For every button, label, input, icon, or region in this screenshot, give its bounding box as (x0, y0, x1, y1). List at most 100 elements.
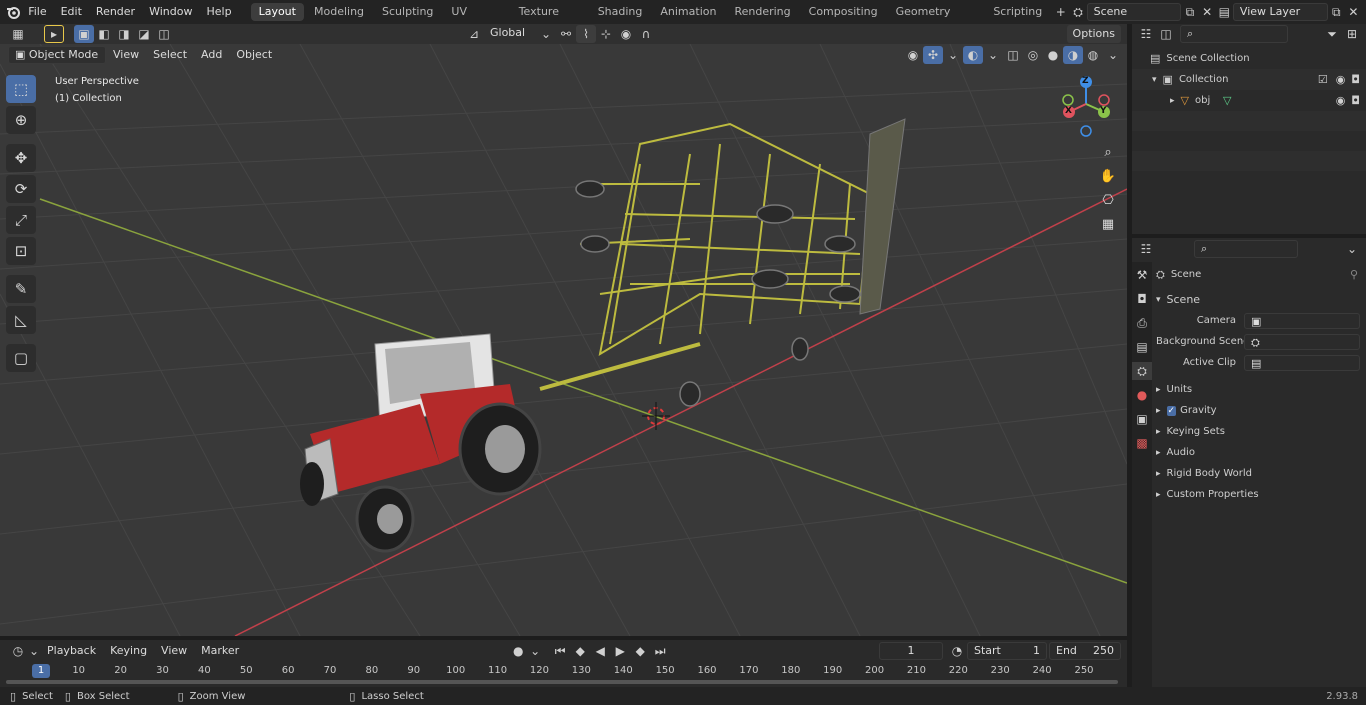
exclude-checkbox-icon[interactable]: ☑ (1318, 73, 1328, 86)
new-collection-icon[interactable]: ⊞ (1342, 25, 1362, 43)
shading-dropdown-icon[interactable]: ⌄ (1103, 46, 1123, 64)
properties-editor-icon[interactable]: ☷ (1136, 240, 1156, 258)
snap-icon[interactable]: ⌇ (576, 25, 596, 43)
tab-uv-editing[interactable]: UV Editing (443, 3, 508, 36)
view-layer-field[interactable]: View Layer (1232, 3, 1328, 21)
blender-logo-icon[interactable] (4, 3, 21, 21)
gizmo-dropdown-icon[interactable]: ⌄ (943, 46, 963, 64)
outliner-row-scene-collection[interactable]: ▤ Scene Collection (1132, 48, 1366, 69)
pivot-point-icon[interactable]: ⚯ (556, 25, 576, 43)
xray-icon[interactable]: ◫ (1003, 46, 1023, 64)
eye-icon[interactable]: ◉ (1336, 94, 1346, 107)
tool-tab-icon[interactable]: ⚒ (1132, 266, 1152, 284)
rotate-tool-icon[interactable]: ⟳ (6, 175, 36, 203)
annotate-tool-icon[interactable]: ✎ (6, 275, 36, 303)
delete-scene-icon[interactable]: ✕ (1199, 3, 1216, 21)
display-mode-icon[interactable]: ◫ (1156, 25, 1176, 43)
tab-scripting[interactable]: Scripting (985, 3, 1050, 21)
mode-invert-icon[interactable]: ◪ (134, 25, 154, 43)
zoom-icon[interactable]: ⌕ (1096, 140, 1120, 164)
transform-tool-icon[interactable]: ⊡ (6, 237, 36, 265)
proportional-edit-icon[interactable]: ◉ (616, 25, 636, 43)
background-scene-field[interactable]: ⛭ (1244, 333, 1360, 350)
gravity-panel[interactable]: ▸ ✓ Gravity (1156, 400, 1366, 421)
new-view-layer-icon[interactable]: ⧉ (1328, 3, 1345, 21)
mode-extend-icon[interactable]: ◧ (94, 25, 114, 43)
audio-panel[interactable]: ▸ Audio (1156, 442, 1366, 463)
keying-sets-panel[interactable]: ▸ Keying Sets (1156, 421, 1366, 442)
mode-new-icon[interactable]: ▣ (74, 25, 94, 43)
snap-target-icon[interactable]: ⊹ (596, 25, 616, 43)
gravity-checkbox-icon[interactable]: ✓ (1166, 405, 1177, 416)
tab-modeling[interactable]: Modeling (306, 3, 372, 21)
scene-panel-header[interactable]: ▾ Scene (1156, 289, 1366, 310)
mode-intersect-icon[interactable]: ◫ (154, 25, 174, 43)
chevron-down-icon[interactable]: ⌄ (1342, 240, 1362, 258)
outliner-search-input[interactable]: ⌕ (1180, 25, 1288, 43)
tab-compositing[interactable]: Compositing (801, 3, 886, 21)
filter-icon[interactable]: ⏷ (1322, 25, 1342, 43)
mode-select[interactable]: ▣ Object Mode (8, 46, 106, 64)
chevron-down-icon[interactable]: ⌄ (536, 25, 556, 43)
delete-view-layer-icon[interactable]: ✕ (1345, 3, 1362, 21)
measure-tool-icon[interactable]: ◺ (6, 306, 36, 334)
custom-properties-panel[interactable]: ▸ Custom Properties (1156, 484, 1366, 505)
rendered-shading-icon[interactable]: ◍ (1083, 46, 1103, 64)
output-tab-icon[interactable]: ⎙ (1132, 314, 1152, 332)
tab-texture-paint[interactable]: Texture Paint (511, 3, 588, 36)
menu-select[interactable]: Select (146, 43, 194, 67)
tab-layout[interactable]: Layout (250, 3, 304, 21)
view-layer-tab-icon[interactable]: ▤ (1132, 338, 1152, 356)
tab-sculpting[interactable]: Sculpting (374, 3, 441, 21)
properties-search-input[interactable]: ⌕ (1194, 240, 1298, 258)
active-clip-field[interactable]: ▤ (1244, 354, 1360, 371)
timeline-scrollbar[interactable] (6, 680, 1118, 684)
world-tab-icon[interactable]: ● (1132, 386, 1152, 404)
new-scene-icon[interactable]: ⧉ (1181, 3, 1198, 21)
visibility-icon[interactable]: ◉ (903, 46, 923, 64)
outliner-row-obj[interactable]: ▸ ▽ obj ▽ ◉ ◘ (1132, 90, 1366, 111)
pan-hand-icon[interactable]: ✋ (1096, 164, 1120, 188)
scene-name-field[interactable]: Scene (1086, 3, 1182, 21)
pin-icon[interactable]: ⚲ (1350, 268, 1358, 281)
material-shading-icon[interactable]: ◑ (1063, 46, 1083, 64)
menu-object[interactable]: Object (229, 43, 279, 67)
texture-tab-icon[interactable]: ▩ (1132, 434, 1152, 452)
outliner-editor-icon[interactable]: ☷ (1136, 25, 1156, 43)
camera-view-icon[interactable]: ⎔ (1096, 188, 1120, 212)
rigid-body-world-panel[interactable]: ▸ Rigid Body World (1156, 463, 1366, 484)
editor-type-icon[interactable]: ▦ (8, 25, 28, 43)
eye-icon[interactable]: ◉ (1336, 73, 1346, 86)
perspective-grid-icon[interactable]: ▦ (1096, 212, 1120, 236)
scene-tab-icon[interactable]: ⛭ (1132, 362, 1152, 380)
navigation-gizmo[interactable]: Z Y X (1058, 74, 1118, 138)
render-camera-icon[interactable]: ◘ (1351, 94, 1360, 107)
menu-window[interactable]: Window (142, 0, 199, 24)
tab-shading[interactable]: Shading (590, 3, 651, 21)
falloff-icon[interactable]: ∩ (636, 25, 656, 43)
add-cube-tool-icon[interactable]: ▢ (6, 344, 36, 372)
menu-view[interactable]: View (106, 43, 146, 67)
wireframe-shading-icon[interactable]: ◎ (1023, 46, 1043, 64)
add-workspace-icon[interactable]: + (1052, 3, 1069, 21)
solid-shading-icon[interactable]: ● (1043, 46, 1063, 64)
expand-arrow-icon[interactable]: ▾ (1152, 75, 1157, 85)
collection-tab-icon[interactable]: ▣ (1132, 410, 1152, 428)
outliner-row-collection[interactable]: ▾ ▣ Collection ☑ ◉ ◘ (1132, 69, 1366, 90)
3d-viewport[interactable] (0, 44, 1127, 636)
menu-file[interactable]: File (21, 0, 53, 24)
camera-field[interactable]: ▣ (1244, 312, 1360, 329)
menu-edit[interactable]: Edit (54, 0, 89, 24)
scale-tool-icon[interactable]: ⤢ (6, 206, 36, 234)
menu-help[interactable]: Help (199, 0, 238, 24)
tab-geometry-nodes[interactable]: Geometry Nodes (888, 3, 984, 36)
mode-subtract-icon[interactable]: ◨ (114, 25, 134, 43)
move-tool-icon[interactable]: ✥ (6, 144, 36, 172)
render-tab-icon[interactable]: ◘ (1132, 290, 1152, 308)
menu-render[interactable]: Render (89, 0, 142, 24)
transform-orientation-select[interactable]: Global (484, 25, 536, 43)
gizmo-toggle-icon[interactable]: ✣ (923, 46, 943, 64)
tab-animation[interactable]: Animation (652, 3, 724, 21)
tab-rendering[interactable]: Rendering (726, 3, 798, 21)
expand-arrow-icon[interactable]: ▸ (1170, 96, 1175, 106)
